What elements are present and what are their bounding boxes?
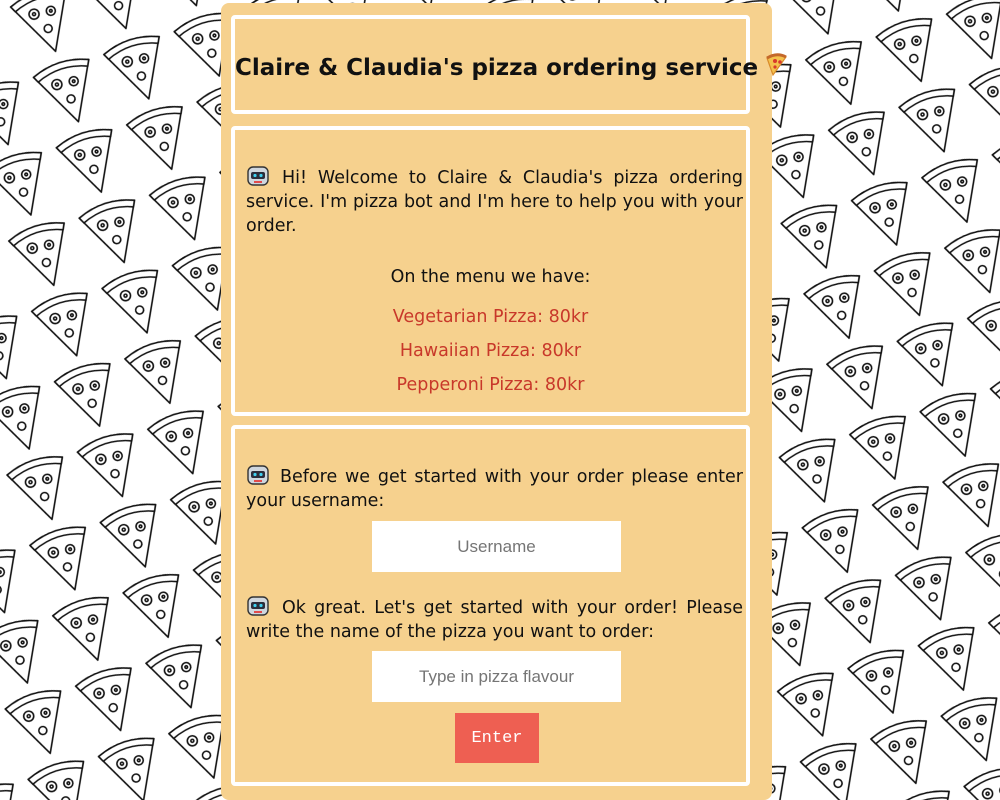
pizza-flavour-input[interactable]	[372, 651, 621, 702]
order-box: Before we get started with your order pl…	[231, 425, 750, 786]
menu-list: Vegetarian Pizza: 80kr Hawaiian Pizza: 8…	[235, 300, 746, 402]
welcome-message: Hi! Welcome to Claire & Claudia's pizza …	[246, 165, 743, 238]
header-box: Claire & Claudia's pizza ordering servic…	[231, 15, 788, 114]
robot-icon	[246, 165, 270, 187]
enter-button[interactable]: Enter	[455, 713, 539, 763]
flavour-prompt: Ok great. Let's get started with your or…	[246, 595, 743, 644]
menu-item: Vegetarian Pizza: 80kr	[392, 307, 589, 327]
menu-item: Hawaiian Pizza: 80kr	[399, 341, 582, 361]
welcome-box: Hi! Welcome to Claire & Claudia's pizza …	[231, 126, 750, 416]
username-input[interactable]	[372, 521, 621, 572]
robot-icon	[246, 464, 270, 486]
page-title: Claire & Claudia's pizza ordering servic…	[235, 53, 788, 83]
username-prompt: Before we get started with your order pl…	[246, 464, 743, 513]
menu-item: Pepperoni Pizza: 80kr	[396, 375, 585, 395]
chat-container: Claire & Claudia's pizza ordering servic…	[221, 3, 788, 800]
pizza-slice-icon	[764, 53, 788, 83]
menu-heading: On the menu we have:	[390, 267, 591, 287]
robot-icon	[246, 595, 270, 617]
